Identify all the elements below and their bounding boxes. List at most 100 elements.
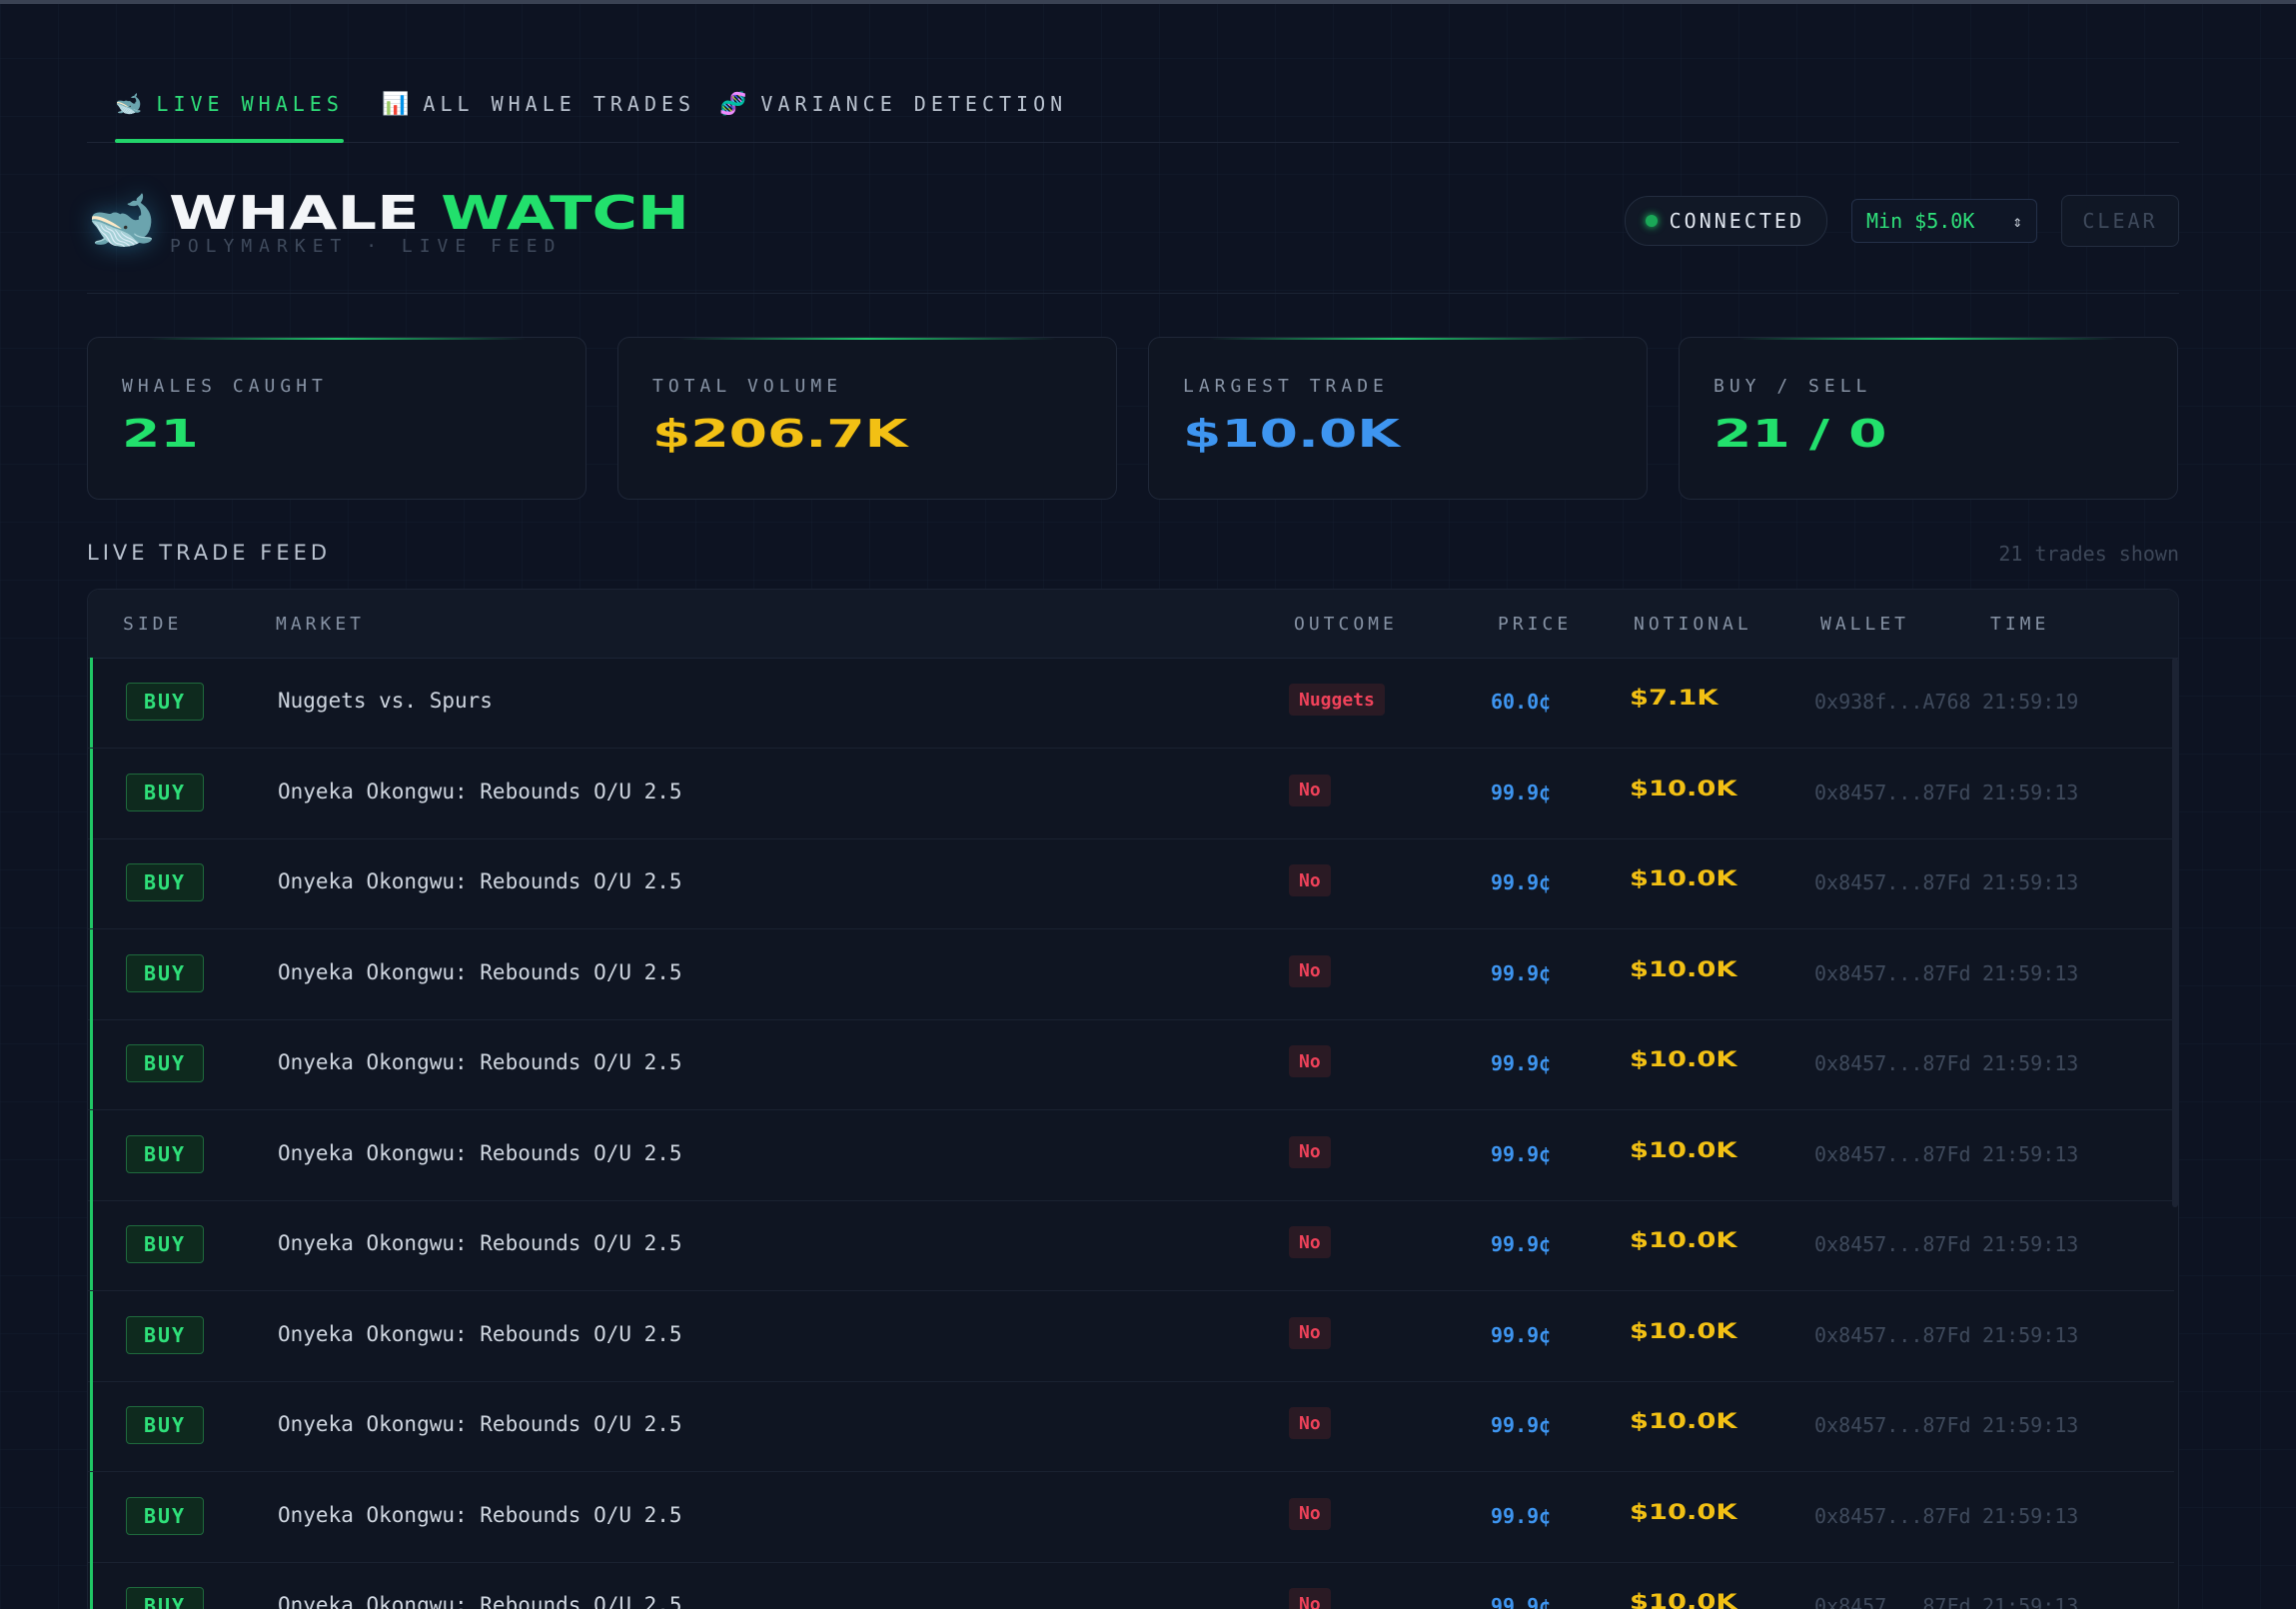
tab-live-whales[interactable]: 🐋 LIVE WHALES [115, 66, 344, 143]
wallet-address[interactable]: 0x8457...87Fd [1814, 781, 1971, 804]
wallet-address[interactable]: 0x938f...A768 [1814, 690, 1971, 714]
clear-button[interactable]: CLEAR [2061, 195, 2179, 247]
stat-label: LARGEST TRADE [1183, 376, 1389, 397]
feed-count: 21 trades shown [1998, 542, 2179, 566]
side-badge: BUY [126, 1587, 204, 1609]
trade-time: 21:59:13 [1982, 1232, 2079, 1256]
col-time: TIME [1990, 614, 2050, 635]
market-name: Onyeka Okongwu: Rebounds O/U 2.5 [278, 959, 682, 984]
market-name: Onyeka Okongwu: Rebounds O/U 2.5 [278, 1321, 682, 1346]
market-name: Onyeka Okongwu: Rebounds O/U 2.5 [278, 1231, 682, 1255]
side-badge: BUY [126, 1134, 204, 1173]
stat-whales-caught: WHALES CAUGHT 21 [87, 337, 586, 500]
market-name: Onyeka Okongwu: Rebounds O/U 2.5 [278, 869, 682, 893]
side-badge: BUY [126, 953, 204, 992]
market-name: Nuggets vs. Spurs [278, 689, 493, 713]
header-controls: CONNECTED Min $5.0K ⇕ CLEAR [1624, 195, 2179, 247]
stat-value: $10.0K [1183, 412, 1401, 456]
notional-value: $10.0K [1630, 1590, 1737, 1609]
table-row[interactable]: BUY Onyeka Okongwu: Rebounds O/U 2.5 No 99.… [88, 748, 2174, 839]
trade-time: 21:59:13 [1982, 870, 2079, 894]
outcome-badge: No [1289, 1135, 1331, 1168]
table-row[interactable]: BUY Onyeka Okongwu: Rebounds O/U 2.5 No 99.… [88, 1471, 2174, 1563]
outcome-badge: No [1289, 1497, 1331, 1530]
outcome-badge: No [1289, 1045, 1331, 1077]
col-notional: NOTIONAL [1634, 614, 1752, 635]
table-row[interactable]: BUY Onyeka Okongwu: Rebounds O/U 2.5 No 99.… [88, 1019, 2174, 1110]
table-row[interactable]: BUY Onyeka Okongwu: Rebounds O/U 2.5 No 99.… [88, 838, 2174, 929]
side-badge: BUY [126, 863, 204, 901]
table-row[interactable]: BUY Onyeka Okongwu: Rebounds O/U 2.5 No 99.… [88, 1381, 2174, 1472]
whale-logo-icon: 🐋 [87, 188, 157, 253]
price-value: 99.9¢ [1491, 1232, 1552, 1256]
trade-table: SIDE MARKET OUTCOME PRICE NOTIONAL WALLE… [87, 589, 2179, 1609]
price-value: 99.9¢ [1491, 870, 1552, 894]
stat-label: BUY / SELL [1714, 376, 1872, 397]
wallet-address[interactable]: 0x8457...87Fd [1814, 1594, 1971, 1609]
side-badge: BUY [126, 1406, 204, 1444]
trade-time: 21:59:13 [1982, 1413, 2079, 1437]
notional-value: $10.0K [1630, 956, 1737, 981]
notional-value: $10.0K [1630, 776, 1737, 801]
wallet-address[interactable]: 0x8457...87Fd [1814, 1051, 1971, 1075]
stats-row: WHALES CAUGHT 21 TOTAL VOLUME $206.7K LA… [87, 337, 2179, 500]
notional-value: $10.0K [1630, 1318, 1737, 1343]
tab-bar: 🐋 LIVE WHALES 📊 ALL WHALE TRADES 🧬 VARIA… [87, 66, 2179, 143]
updown-chevron-icon: ⇕ [2012, 211, 2022, 231]
wallet-address[interactable]: 0x8457...87Fd [1814, 1323, 1971, 1347]
market-name: Onyeka Okongwu: Rebounds O/U 2.5 [278, 1502, 682, 1527]
connection-status-label: CONNECTED [1669, 209, 1804, 233]
side-badge: BUY [126, 1496, 204, 1535]
tab-label: ALL WHALE TRADES [423, 92, 696, 116]
price-value: 99.9¢ [1491, 960, 1552, 985]
connection-status: CONNECTED [1624, 196, 1827, 246]
tab-variance-detection[interactable]: 🧬 VARIANCE DETECTION [719, 66, 1067, 142]
side-badge: BUY [126, 773, 204, 811]
min-notional-select[interactable]: Min $5.0K ⇕ [1851, 199, 2037, 243]
stat-value: 21 [122, 412, 199, 456]
table-row[interactable]: BUY Onyeka Okongwu: Rebounds O/U 2.5 No 99.… [88, 928, 2174, 1020]
col-side: SIDE [123, 614, 183, 635]
stat-label: TOTAL VOLUME [652, 376, 843, 397]
wallet-address[interactable]: 0x8457...87Fd [1814, 1232, 1971, 1256]
table-row[interactable]: BUY Onyeka Okongwu: Rebounds O/U 2.5 No 99.… [88, 1562, 2174, 1609]
outcome-badge: No [1289, 864, 1331, 896]
tab-all-whale-trades[interactable]: 📊 ALL WHALE TRADES [382, 66, 695, 142]
trade-time: 21:59:13 [1982, 960, 2079, 985]
price-value: 99.9¢ [1491, 1141, 1552, 1166]
feed-title: LIVE TRADE FEED [87, 541, 332, 565]
table-row[interactable]: BUY Nuggets vs. Spurs Nuggets 60.0¢ $7.1K 0x9… [88, 658, 2174, 749]
notional-value: $10.0K [1630, 1499, 1737, 1524]
price-value: 99.9¢ [1491, 780, 1552, 804]
stat-total-volume: TOTAL VOLUME $206.7K [617, 337, 1117, 500]
trade-time: 21:59:13 [1982, 1051, 2079, 1075]
wallet-address[interactable]: 0x8457...87Fd [1814, 1504, 1971, 1528]
market-name: Onyeka Okongwu: Rebounds O/U 2.5 [278, 1593, 682, 1609]
trade-time: 21:59:13 [1982, 1322, 2079, 1347]
market-name: Onyeka Okongwu: Rebounds O/U 2.5 [278, 779, 682, 804]
trade-time: 21:59:19 [1982, 690, 2079, 714]
price-value: 99.9¢ [1491, 1413, 1552, 1437]
market-name: Onyeka Okongwu: Rebounds O/U 2.5 [278, 1140, 682, 1165]
table-row[interactable]: BUY Onyeka Okongwu: Rebounds O/U 2.5 No 99.… [88, 1200, 2174, 1291]
wallet-address[interactable]: 0x8457...87Fd [1814, 870, 1971, 894]
tab-label: LIVE WHALES [156, 92, 344, 116]
market-name: Onyeka Okongwu: Rebounds O/U 2.5 [278, 1050, 682, 1074]
outcome-badge: No [1289, 1407, 1331, 1439]
window-top-border [0, 0, 2296, 4]
outcome-badge: No [1289, 1316, 1331, 1349]
price-value: 99.9¢ [1491, 1322, 1552, 1347]
price-value: 99.9¢ [1491, 1594, 1552, 1609]
wallet-address[interactable]: 0x8457...87Fd [1814, 1413, 1971, 1437]
outcome-badge: No [1289, 1588, 1331, 1609]
min-notional-value: Min $5.0K [1866, 209, 1975, 233]
notional-value: $10.0K [1630, 866, 1737, 890]
notional-value: $10.0K [1630, 1137, 1737, 1162]
table-row[interactable]: BUY Onyeka Okongwu: Rebounds O/U 2.5 No 99.… [88, 1290, 2174, 1382]
table-row[interactable]: BUY Onyeka Okongwu: Rebounds O/U 2.5 No 99.… [88, 1109, 2174, 1201]
price-value: 99.9¢ [1491, 1051, 1552, 1075]
outcome-badge: No [1289, 774, 1331, 806]
col-market: MARKET [276, 614, 366, 635]
wallet-address[interactable]: 0x8457...87Fd [1814, 961, 1971, 985]
wallet-address[interactable]: 0x8457...87Fd [1814, 1142, 1971, 1166]
